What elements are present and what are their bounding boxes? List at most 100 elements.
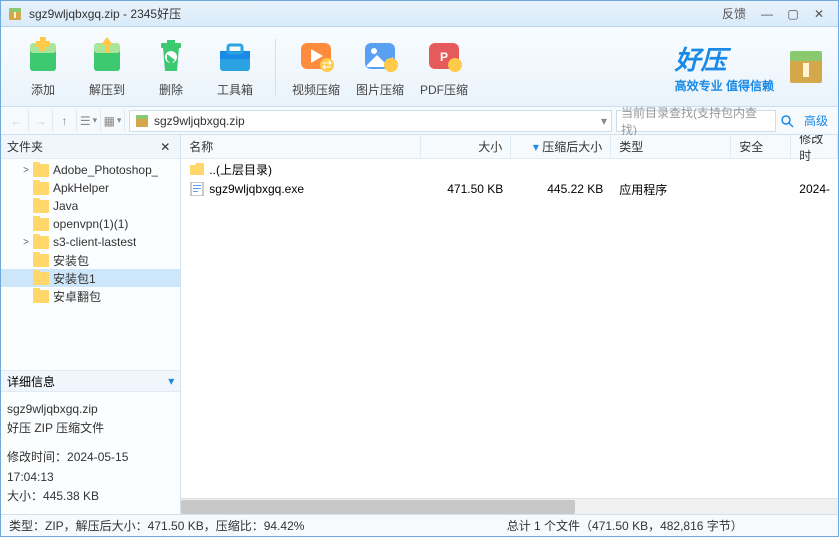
column-headers: 名称 大小 ▾ 压缩后大小 类型 安全 修改时	[181, 135, 838, 159]
file-row[interactable]: ..(上层目录)	[181, 159, 838, 179]
tree-node[interactable]: 安装包	[1, 251, 180, 269]
view-list-button[interactable]: ☰▾	[77, 110, 101, 132]
tool-icon	[214, 35, 256, 77]
tree-label: 安卓翻包	[53, 288, 101, 305]
view-grid-button[interactable]: ▦▾	[101, 110, 125, 132]
col-size[interactable]: 大小	[421, 135, 511, 158]
brand: 好压 高效专业 值得信赖	[675, 40, 828, 94]
tree-node[interactable]: Java	[1, 197, 180, 215]
tool-label: 添加	[31, 81, 55, 98]
minimize-button[interactable]: —	[754, 4, 780, 24]
tool-label: 删除	[159, 81, 183, 98]
detail-size: 大小：445.38 KB	[7, 487, 174, 506]
tree-node[interactable]: 安卓翻包	[1, 287, 180, 305]
maximize-button[interactable]: ▢	[780, 4, 806, 24]
file-size: 471.50 KB	[421, 182, 511, 196]
file-icon	[189, 182, 205, 196]
tree-node[interactable]: openvpn(1)(1)	[1, 215, 180, 233]
status-right: 总计 1 个文件（471.50 KB，482,816 字节）	[420, 517, 831, 534]
detail-header: 详细信息 ▾	[1, 370, 180, 392]
archive-icon	[134, 113, 150, 129]
tool-添加[interactable]: 添加	[11, 31, 75, 102]
folder-icon	[33, 218, 49, 231]
folder-icon	[33, 200, 49, 213]
tree-label: ApkHelper	[53, 181, 109, 195]
svg-text:P: P	[440, 50, 448, 64]
tree-label: Adobe_Photoshop_	[53, 163, 158, 177]
svg-text:⇄: ⇄	[322, 58, 332, 72]
expand-icon[interactable]: >	[19, 165, 33, 176]
tool-label: 工具箱	[217, 81, 253, 98]
expand-icon[interactable]: >	[19, 237, 33, 248]
brand-icon	[784, 45, 828, 89]
titlebar: sgz9wljqbxgq.zip - 2345好压 反馈 — ▢ ✕	[1, 1, 838, 27]
tool-工具箱[interactable]: 工具箱	[203, 31, 267, 102]
tool-label: 视频压缩	[292, 81, 340, 98]
sidebar-close-icon[interactable]: ✕	[160, 140, 174, 154]
path-dropdown-icon[interactable]: ▾	[601, 114, 607, 128]
folder-icon	[33, 164, 49, 177]
tree-label: openvpn(1)(1)	[53, 217, 128, 231]
file-row[interactable]: sgz9wljqbxgq.exe471.50 KB445.22 KB应用程序20…	[181, 179, 838, 199]
status-left: 类型：ZIP，解压后大小：471.50 KB，压缩比：94.42%	[9, 517, 420, 534]
file-list: 名称 大小 ▾ 压缩后大小 类型 安全 修改时 ..(上层目录)sgz9wljq…	[181, 135, 838, 514]
file-name: ..(上层目录)	[209, 161, 272, 178]
sidebar: 文件夹 ✕ > Adobe_Photoshop_ ApkHelper Java open…	[1, 135, 181, 514]
detail-collapse-icon[interactable]: ▾	[168, 374, 174, 388]
folder-icon	[33, 236, 49, 249]
tool-label: PDF压缩	[420, 81, 468, 98]
horizontal-scrollbar[interactable]	[181, 498, 838, 514]
col-safe[interactable]: 安全	[731, 135, 791, 158]
folder-icon	[33, 182, 49, 195]
tool-icon	[22, 35, 64, 77]
app-icon	[7, 6, 23, 22]
tool-label: 解压到	[89, 81, 125, 98]
title-text: sgz9wljqbxgq.zip - 2345好压	[29, 5, 722, 22]
sort-indicator-icon: ▾	[533, 140, 539, 154]
back-button[interactable]: ←	[5, 110, 29, 132]
detail-mtime: 修改时间：2024-05-15 17:04:13	[7, 448, 174, 486]
path-bar[interactable]: sgz9wljqbxgq.zip ▾	[129, 110, 612, 132]
tool-视频压缩[interactable]: ⇄ 视频压缩	[284, 31, 348, 102]
detail-type: 好压 ZIP 压缩文件	[7, 419, 174, 438]
tool-icon	[86, 35, 128, 77]
tool-解压到[interactable]: 解压到	[75, 31, 139, 102]
folder-icon	[33, 290, 49, 303]
toolbar-separator	[275, 39, 276, 95]
col-csize[interactable]: ▾ 压缩后大小	[511, 135, 611, 158]
tool-icon: ⇄	[295, 35, 337, 77]
detail-panel: sgz9wljqbxgq.zip 好压 ZIP 压缩文件 修改时间：2024-0…	[1, 392, 180, 514]
file-type: 应用程序	[611, 181, 731, 198]
detail-name: sgz9wljqbxgq.zip	[7, 400, 174, 419]
search-icon[interactable]	[776, 110, 798, 132]
tree-label: s3-client-lastest	[53, 235, 136, 249]
feedback-link[interactable]: 反馈	[722, 5, 746, 22]
up-button[interactable]: ↑	[53, 110, 77, 132]
search-input[interactable]: 当前目录查找(支持包内查找)	[616, 110, 776, 132]
tool-PDF压缩[interactable]: P PDF压缩	[412, 31, 476, 102]
close-button[interactable]: ✕	[806, 4, 832, 24]
sidebar-title: 文件夹	[7, 138, 43, 155]
tree-node[interactable]: 安装包1	[1, 269, 180, 287]
tool-删除[interactable]: 删除	[139, 31, 203, 102]
tree-node[interactable]: ApkHelper	[1, 179, 180, 197]
folder-tree: > Adobe_Photoshop_ ApkHelper Java openvpn(1)…	[1, 159, 180, 370]
tool-icon	[359, 35, 401, 77]
col-type[interactable]: 类型	[611, 135, 731, 158]
brand-title: 好压	[675, 40, 774, 77]
forward-button[interactable]: →	[29, 110, 53, 132]
tree-label: 安装包1	[53, 270, 96, 287]
tool-icon: P	[423, 35, 465, 77]
folder-icon	[33, 254, 49, 267]
tree-node[interactable]: > s3-client-lastest	[1, 233, 180, 251]
col-name[interactable]: 名称	[181, 135, 421, 158]
tool-图片压缩[interactable]: 图片压缩	[348, 31, 412, 102]
file-icon	[189, 162, 205, 176]
brand-slogan: 高效专业 值得信赖	[675, 77, 774, 94]
tree-node[interactable]: > Adobe_Photoshop_	[1, 161, 180, 179]
advanced-search-link[interactable]: 高级	[798, 112, 834, 129]
file-rows: ..(上层目录)sgz9wljqbxgq.exe471.50 KB445.22 …	[181, 159, 838, 498]
file-mtime: 2024-	[791, 182, 838, 196]
detail-title: 详细信息	[7, 373, 55, 390]
col-mtime[interactable]: 修改时	[791, 135, 838, 158]
